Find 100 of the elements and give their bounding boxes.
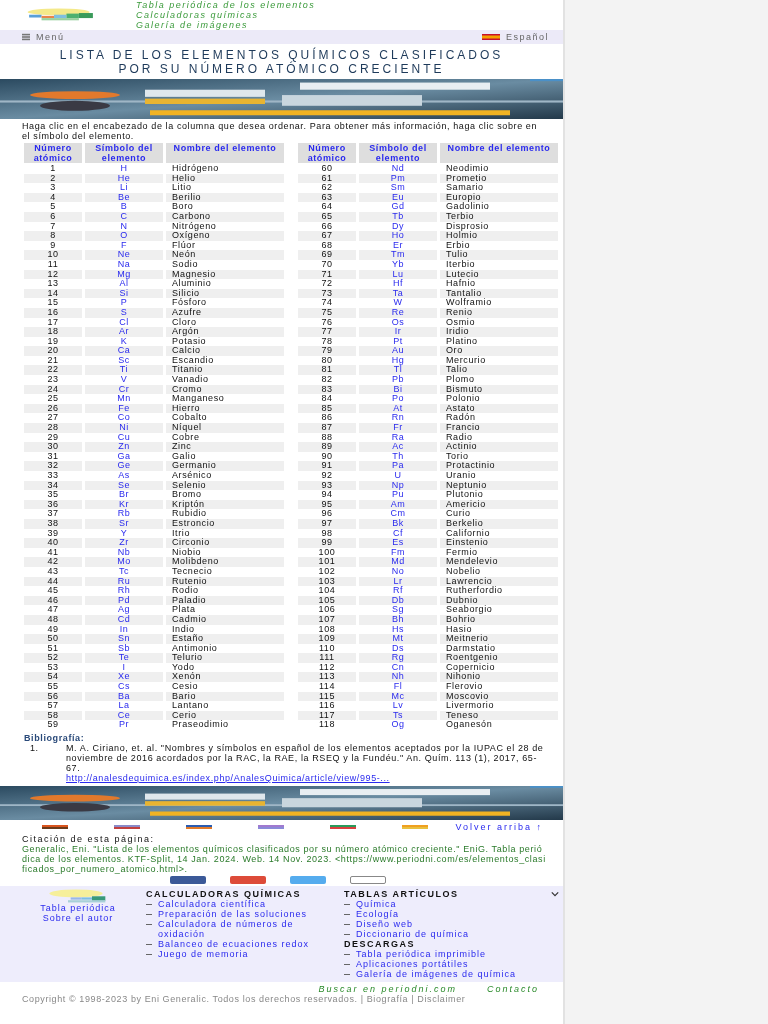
share-button[interactable] — [170, 876, 206, 885]
element-symbol-link[interactable]: Tl — [393, 364, 403, 375]
element-symbol-link[interactable]: Mo — [117, 556, 131, 567]
element-symbol-link[interactable]: Cl — [119, 316, 129, 327]
element-symbol-link[interactable]: Md — [391, 556, 405, 567]
element-symbol-link[interactable]: Re — [391, 306, 405, 317]
element-symbol-link[interactable]: Ar — [118, 326, 130, 337]
element-symbol-link[interactable]: Tb — [392, 210, 404, 221]
element-symbol-link[interactable]: Ta — [392, 287, 404, 298]
element-symbol-link[interactable]: U — [394, 470, 402, 480]
search-link[interactable]: Buscar en periodni.com — [318, 984, 457, 995]
element-symbol-link[interactable]: Og — [391, 719, 405, 730]
header-link[interactable]: Calculadoras químicas — [136, 10, 316, 20]
element-symbol-link[interactable]: Bh — [391, 613, 405, 624]
element-symbol-link[interactable]: Ho — [391, 230, 405, 241]
header-link[interactable]: Tabla periódica de los elementos — [136, 0, 316, 10]
element-symbol-link[interactable]: Bi — [393, 383, 403, 394]
element-symbol-link[interactable]: Bk — [392, 517, 404, 528]
column-header[interactable]: Símbolo del elemento — [85, 143, 163, 163]
element-symbol-link[interactable]: H — [120, 163, 128, 173]
element-symbol-link[interactable]: No — [391, 565, 405, 576]
element-symbol-link[interactable]: Pt — [393, 335, 403, 346]
element-symbol-link[interactable]: Na — [117, 258, 131, 269]
element-symbol-link[interactable]: S — [120, 306, 128, 317]
element-symbol-link[interactable]: Fr — [393, 422, 403, 433]
element-symbol-link[interactable]: Fl — [393, 681, 403, 692]
element-symbol-link[interactable]: Cd — [117, 613, 131, 624]
element-symbol-link[interactable]: Hs — [391, 623, 405, 634]
menu-button[interactable]: Menú — [22, 32, 65, 42]
chevron-down-icon[interactable] — [551, 891, 559, 898]
element-symbol-link[interactable]: Ge — [117, 460, 131, 471]
flag-icon[interactable] — [42, 825, 68, 830]
element-symbol-link[interactable]: Pa — [391, 460, 405, 471]
footer-link[interactable]: Balanceo de ecuaciones redox — [158, 939, 310, 950]
element-symbol-link[interactable]: Es — [392, 537, 404, 548]
element-symbol-link[interactable]: Cf — [392, 527, 404, 538]
element-symbol-link[interactable]: C — [120, 210, 128, 221]
element-symbol-link[interactable]: Cu — [117, 431, 131, 442]
element-symbol-link[interactable]: Cs — [117, 681, 131, 692]
footer-link[interactable]: Preparación de las soluciones — [158, 909, 308, 920]
element-symbol-link[interactable]: N — [120, 220, 128, 231]
footer-link[interactable]: Galería de imágenes de química — [356, 969, 517, 980]
element-symbol-link[interactable]: Hg — [391, 354, 405, 365]
element-symbol-link[interactable]: Pb — [391, 374, 405, 385]
element-symbol-link[interactable]: Sm — [390, 182, 406, 193]
element-symbol-link[interactable]: Db — [391, 594, 405, 605]
element-symbol-link[interactable]: Sn — [117, 633, 131, 644]
element-symbol-link[interactable]: Nh — [391, 671, 405, 682]
element-symbol-link[interactable]: Rf — [392, 585, 404, 596]
element-symbol-link[interactable]: Sc — [118, 354, 130, 365]
element-symbol-link[interactable]: Nb — [117, 546, 131, 557]
element-symbol-link[interactable]: Ce — [117, 709, 131, 720]
element-symbol-link[interactable]: Ts — [392, 709, 404, 720]
element-symbol-link[interactable]: Te — [118, 652, 130, 663]
element-symbol-link[interactable]: Rh — [117, 585, 131, 596]
element-symbol-link[interactable]: Cn — [391, 661, 405, 672]
flag-icon[interactable] — [186, 825, 212, 830]
footer-link[interactable]: Aplicaciones portátiles — [356, 959, 469, 970]
footer-link[interactable]: Juego de memoria — [158, 949, 249, 960]
element-symbol-link[interactable]: Dy — [391, 220, 405, 231]
element-symbol-link[interactable]: Rb — [117, 508, 131, 519]
element-symbol-link[interactable]: Pr — [118, 719, 130, 730]
element-symbol-link[interactable]: Lu — [392, 268, 404, 279]
element-symbol-link[interactable]: Kr — [118, 498, 130, 509]
element-symbol-link[interactable]: Al — [119, 278, 129, 289]
element-symbol-link[interactable]: W — [393, 297, 403, 308]
element-symbol-link[interactable]: Gd — [391, 201, 405, 212]
element-symbol-link[interactable]: Fm — [390, 546, 406, 557]
logo-icon[interactable] — [48, 889, 108, 904]
element-symbol-link[interactable]: O — [120, 230, 128, 241]
element-symbol-link[interactable]: Er — [392, 239, 404, 250]
header-link[interactable]: Galería de imágenes — [136, 20, 316, 30]
element-symbol-link[interactable]: Mt — [392, 633, 404, 644]
column-header[interactable]: Número atómico — [24, 143, 82, 163]
footer-link[interactable]: Ecología — [356, 909, 400, 920]
element-symbol-link[interactable]: Li — [119, 182, 129, 193]
element-symbol-link[interactable]: Sb — [117, 642, 131, 653]
flag-icon[interactable] — [330, 825, 356, 830]
element-symbol-link[interactable]: Hf — [392, 278, 404, 289]
element-symbol-link[interactable]: Nd — [391, 163, 405, 173]
column-header[interactable]: Nombre del elemento — [440, 143, 558, 163]
element-symbol-link[interactable]: Os — [391, 316, 405, 327]
element-symbol-link[interactable]: F — [120, 239, 128, 250]
element-symbol-link[interactable]: Yb — [391, 258, 405, 269]
element-symbol-link[interactable]: Ir — [394, 326, 402, 337]
element-symbol-link[interactable]: Si — [119, 287, 129, 298]
element-symbol-link[interactable]: Ds — [391, 642, 405, 653]
footer-link[interactable]: Calculadora científica — [158, 899, 267, 910]
element-symbol-link[interactable]: Be — [117, 191, 131, 202]
contact-link[interactable]: Contacto — [486, 984, 539, 995]
footer-link[interactable]: Sobre el autor — [42, 913, 114, 924]
element-symbol-link[interactable]: Se — [117, 479, 131, 490]
footer-link[interactable]: Calculadora de números de oxidación — [158, 919, 336, 940]
share-button[interactable] — [230, 876, 266, 885]
element-symbol-link[interactable]: Lr — [393, 575, 403, 586]
element-symbol-link[interactable]: Ti — [119, 364, 129, 375]
element-symbol-link[interactable]: Po — [391, 393, 405, 404]
element-symbol-link[interactable]: I — [122, 661, 126, 672]
element-symbol-link[interactable]: P — [120, 297, 128, 308]
back-to-top-link[interactable]: Volver arriba ↑ — [455, 822, 543, 833]
